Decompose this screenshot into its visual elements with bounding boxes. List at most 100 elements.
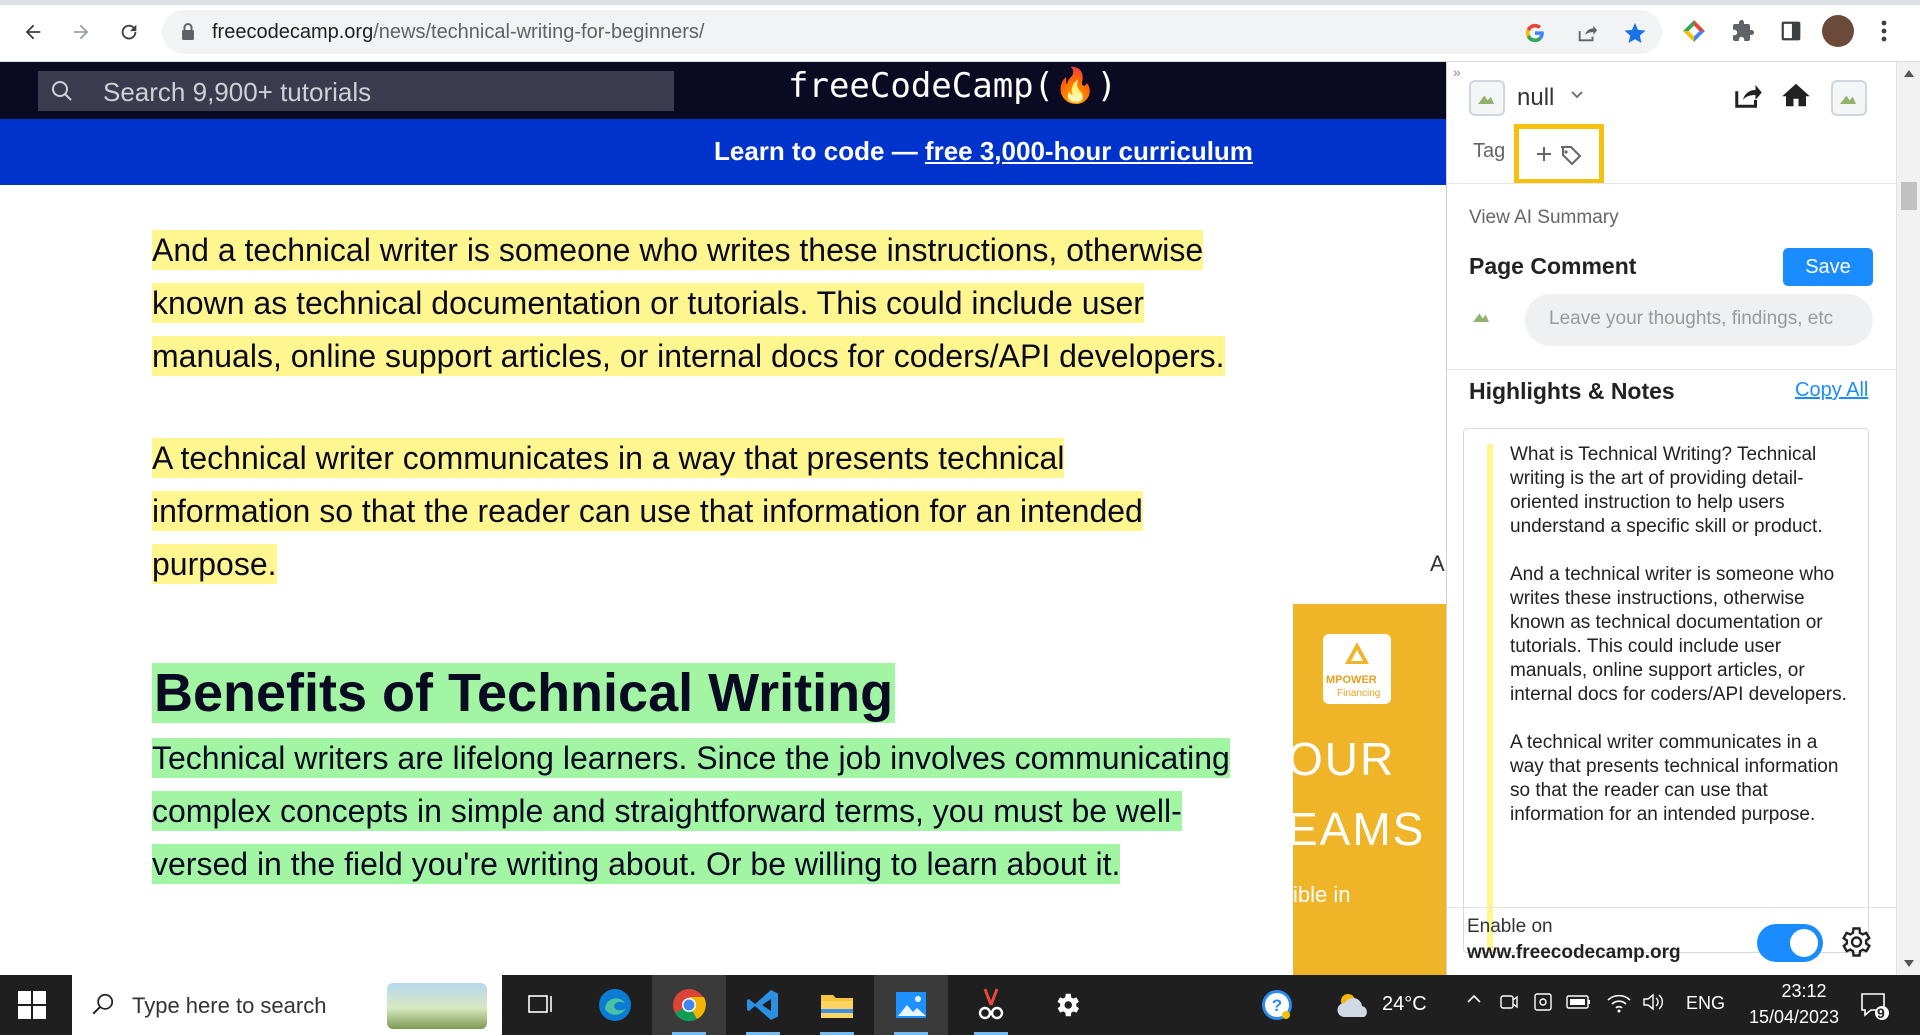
file-explorer-icon[interactable] <box>800 975 874 1035</box>
highlights-notes-title: Highlights & Notes <box>1469 378 1675 404</box>
user-name[interactable]: null <box>1517 84 1554 112</box>
banner-prefix: Learn to code — <box>714 136 925 166</box>
extension-diamond-icon[interactable] <box>1678 15 1710 47</box>
curriculum-link[interactable]: free 3,000-hour curriculum <box>925 136 1253 166</box>
page-scrollbar[interactable] <box>1896 62 1920 975</box>
arrow-left-icon <box>25 24 41 40</box>
browser-toolbar: freecodecamp.org/news/technical-writing-… <box>0 0 1920 62</box>
ad-headline-2: EAMS <box>1293 803 1426 855</box>
battery-icon[interactable] <box>1566 993 1592 1016</box>
site-navbar: Search 9,900+ tutorials freeCodeCamp(🔥) <box>0 62 1446 119</box>
ad-brand-top: MPOWER <box>1326 674 1377 686</box>
highlighted-text-yellow[interactable]: And a technical writer is someone who wr… <box>152 230 1225 376</box>
highlight-notes-text[interactable]: What is Technical Writing? Technical wri… <box>1510 443 1852 827</box>
divider <box>1447 907 1896 908</box>
toggle-knob <box>1790 929 1818 957</box>
advertisement[interactable]: MPOWER Financing OUR EAMS ible in <box>1293 604 1446 975</box>
ad-brand-bottom: Financing <box>1337 688 1381 699</box>
collapse-panel-icon[interactable]: » <box>1453 64 1461 80</box>
enable-site: www.freecodecamp.org <box>1467 942 1681 963</box>
paragraph: And a technical writer is someone who wr… <box>152 224 1252 383</box>
clock-time[interactable]: 23:12 <box>1758 981 1850 1002</box>
taskbar-search-input[interactable]: Type here to search <box>72 975 502 1035</box>
vscode-icon[interactable] <box>726 975 800 1035</box>
add-tag-icon <box>1537 146 1582 166</box>
enable-toggle[interactable] <box>1757 924 1823 962</box>
photos-icon[interactable] <box>874 975 948 1035</box>
ad-label: A <box>1430 551 1445 576</box>
edge-icon[interactable] <box>578 975 652 1035</box>
snipping-tool-icon[interactable] <box>954 975 1028 1035</box>
help-icon[interactable]: ? <box>1240 975 1314 1035</box>
save-button[interactable]: Save <box>1783 248 1873 286</box>
language-indicator[interactable]: ENG <box>1686 993 1725 1014</box>
promo-banner: Learn to code — free 3,000-hour curricul… <box>0 119 1446 185</box>
temperature[interactable]: 24°C <box>1382 993 1427 1016</box>
search-icon <box>90 991 116 1022</box>
notification-count: 9 <box>1877 1005 1885 1021</box>
bookmark-star-icon[interactable] <box>1622 20 1648 46</box>
extensions-puzzle-icon[interactable] <box>1727 15 1759 47</box>
address-bar[interactable]: freecodecamp.org/news/technical-writing-… <box>162 10 1662 54</box>
clock-date[interactable]: 15/04/2023 <box>1738 1007 1850 1028</box>
notification-icon[interactable] <box>1858 989 1890 1026</box>
gear-icon[interactable] <box>1837 924 1873 965</box>
add-tag-button[interactable] <box>1514 124 1604 184</box>
side-panel-icon[interactable] <box>1775 15 1807 47</box>
page-comment-title: Page Comment <box>1469 253 1637 279</box>
tab-strip <box>0 0 1920 5</box>
paragraph: Technical writers are lifelong learners.… <box>152 732 1232 891</box>
page-comment-input[interactable]: Leave your thoughts, findings, etc <box>1525 294 1873 346</box>
copy-all-link[interactable]: Copy All <box>1795 379 1868 402</box>
site-logo[interactable]: freeCodeCamp(🔥) <box>788 66 1117 106</box>
windows-start-icon[interactable] <box>18 991 46 1019</box>
highlighted-text-yellow[interactable]: A technical writer communicates in a way… <box>152 438 1143 584</box>
settings-gear-icon[interactable] <box>1030 975 1104 1035</box>
forward-button[interactable] <box>62 13 100 51</box>
ad-brand-logo: MPOWER Financing <box>1323 634 1391 704</box>
chevron-up-icon[interactable] <box>1464 989 1484 1014</box>
share-icon[interactable] <box>1732 80 1764 115</box>
weather-icon[interactable] <box>1316 975 1390 1035</box>
wifi-icon[interactable] <box>1606 991 1632 1018</box>
search-placeholder: Search 9,900+ tutorials <box>103 77 372 107</box>
lock-icon <box>180 22 196 47</box>
highlighted-heading-green[interactable]: Benefits of Technical Writing <box>152 663 896 723</box>
ad-headline-1: OUR <box>1293 733 1396 785</box>
camera-icon[interactable] <box>1532 990 1554 1019</box>
highlights-list[interactable]: What is Technical Writing? Technical wri… <box>1463 428 1869 953</box>
meet-now-icon[interactable] <box>1498 991 1520 1018</box>
enable-label: Enable on <box>1467 916 1553 937</box>
profile-avatar[interactable] <box>1822 15 1854 47</box>
scroll-down-icon[interactable] <box>1904 960 1914 967</box>
view-ai-summary-link[interactable]: View AI Summary <box>1469 207 1619 229</box>
svg-text:?: ? <box>1272 996 1282 1015</box>
volume-icon[interactable] <box>1641 991 1665 1018</box>
user-avatar[interactable] <box>1469 80 1505 116</box>
mpower-logo-icon <box>1345 642 1369 664</box>
tag-label: Tag <box>1473 140 1506 162</box>
reload-button[interactable] <box>110 13 148 51</box>
highlighted-text-green[interactable]: Technical writers are lifelong learners.… <box>152 738 1230 884</box>
url-domain: freecodecamp.org <box>212 21 374 43</box>
back-button[interactable] <box>14 13 52 51</box>
share-page-icon[interactable] <box>1574 20 1600 46</box>
highlight-color-bar <box>1487 444 1493 952</box>
reload-icon <box>121 24 137 40</box>
divider <box>1447 369 1896 370</box>
google-icon[interactable] <box>1522 20 1548 46</box>
tutorial-search-input[interactable]: Search 9,900+ tutorials <box>38 71 674 111</box>
url-text: freecodecamp.org/news/technical-writing-… <box>212 21 704 44</box>
divider <box>1447 183 1896 184</box>
scroll-up-icon[interactable] <box>1904 70 1914 77</box>
arrow-right-icon <box>73 24 89 40</box>
chrome-icon[interactable] <box>652 975 726 1035</box>
paragraph: A technical writer communicates in a way… <box>152 432 1182 591</box>
home-icon[interactable] <box>1781 80 1811 115</box>
task-view-icon[interactable] <box>504 975 578 1035</box>
menu-dots-icon[interactable] <box>1868 15 1900 47</box>
site-avatar[interactable] <box>1831 80 1867 116</box>
scroll-thumb[interactable] <box>1901 182 1917 210</box>
chevron-down-icon[interactable] <box>1569 86 1585 107</box>
commenter-avatar <box>1469 296 1503 336</box>
